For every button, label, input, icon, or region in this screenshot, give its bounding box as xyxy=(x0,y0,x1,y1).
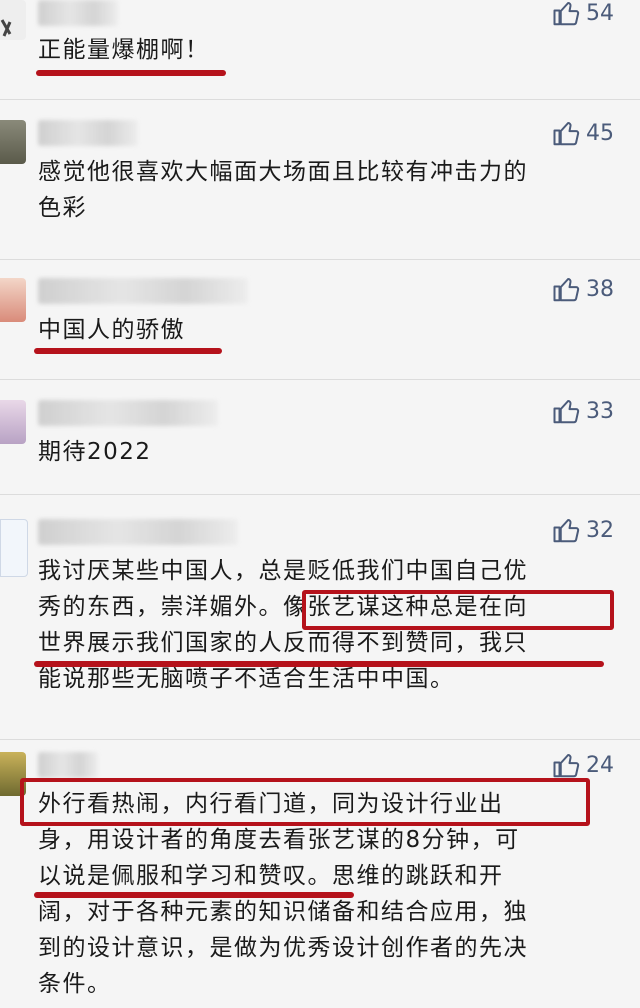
nickname-blurred xyxy=(38,0,118,26)
thumbs-up-icon xyxy=(553,519,580,543)
like-button[interactable]: 24 xyxy=(552,748,614,782)
comment-text: 感觉他很喜欢大幅面大场面且比较有冲击力的 色彩 xyxy=(38,159,528,221)
comment-item: 24 外行看热闹，内行看门道，同为设计行业出 身，用设计者的角度去看张艺谋的8分… xyxy=(0,740,640,1008)
nickname-blurred xyxy=(38,120,138,146)
like-button[interactable]: 33 xyxy=(552,394,614,428)
like-count: 54 xyxy=(586,0,614,26)
like-button[interactable]: 54 xyxy=(552,0,614,30)
comment-item: 32 我讨厌某些中国人，总是贬低我们中国自己优 秀的东西，崇洋媚外。像张艺谋这种… xyxy=(0,495,640,740)
nickname-blurred xyxy=(38,752,98,778)
avatar[interactable] xyxy=(0,519,28,577)
thumbs-up-icon xyxy=(553,122,580,146)
comment-text: 期待2022 xyxy=(38,439,152,465)
comment-text: 中国人的骄傲 xyxy=(38,317,185,343)
comment-item: 33 期待2022 xyxy=(0,380,640,495)
like-button[interactable]: 45 xyxy=(552,116,614,150)
like-count: 33 xyxy=(586,398,614,424)
highlight-box xyxy=(302,590,614,630)
thumbs-up-icon xyxy=(553,754,580,778)
like-count: 32 xyxy=(586,517,614,543)
avatar[interactable] xyxy=(0,278,26,322)
thumbs-up-icon xyxy=(553,400,580,424)
like-count: 24 xyxy=(586,752,614,778)
comment-item: 45 感觉他很喜欢大幅面大场面且比较有冲击力的 色彩 xyxy=(0,100,640,260)
highlight-underline xyxy=(34,348,222,354)
comment-item: 38 中国人的骄傲 xyxy=(0,260,640,380)
nickname-blurred xyxy=(38,278,248,304)
avatar[interactable] xyxy=(0,400,26,444)
nickname-blurred xyxy=(38,400,218,426)
comment-item: 54 正能量爆棚啊！ xyxy=(0,0,640,100)
highlight-underline xyxy=(36,70,226,76)
avatar[interactable] xyxy=(0,120,26,164)
thumbs-up-icon xyxy=(553,278,580,302)
highlight-underline xyxy=(34,892,354,898)
nickname-blurred xyxy=(38,519,238,545)
like-button[interactable]: 38 xyxy=(552,272,614,306)
comment-text: 正能量爆棚啊！ xyxy=(38,37,210,63)
highlight-box xyxy=(20,778,590,826)
highlight-underline xyxy=(34,661,604,667)
like-count: 45 xyxy=(586,120,614,146)
like-button[interactable]: 32 xyxy=(552,513,614,547)
like-count: 38 xyxy=(586,276,614,302)
avatar[interactable] xyxy=(0,0,26,40)
thumbs-up-icon xyxy=(553,2,580,26)
